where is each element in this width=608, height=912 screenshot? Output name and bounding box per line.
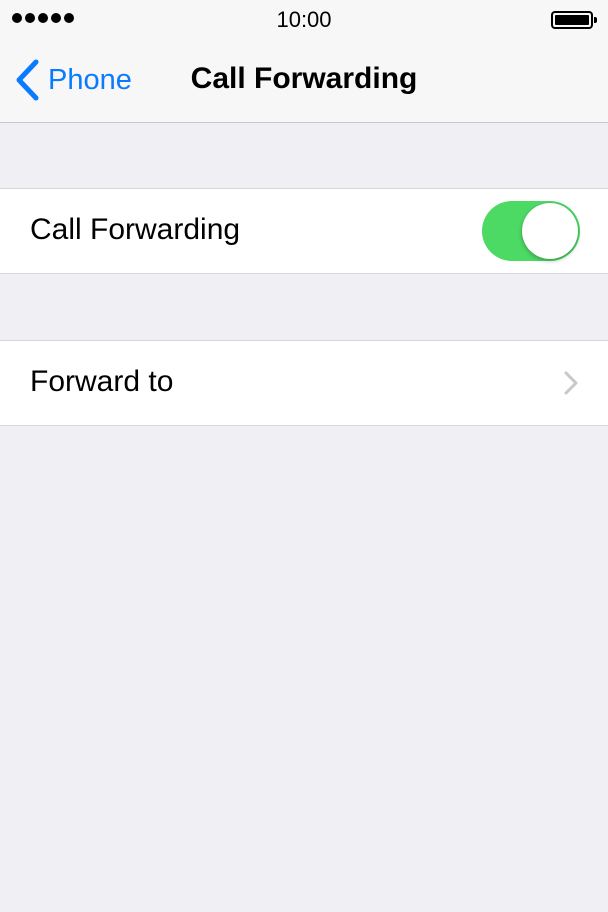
call-forwarding-toggle[interactable]	[482, 201, 580, 261]
navigation-bar: Phone Call Forwarding	[0, 40, 608, 123]
battery-icon	[551, 11, 597, 29]
status-time: 10:00	[276, 7, 332, 32]
screen: 10:00 Phone Call Forwarding Call Forward…	[0, 0, 608, 912]
top-bar: 10:00 Phone Call Forwarding	[0, 0, 608, 123]
forward-to-label: Forward to	[30, 365, 174, 398]
status-bar: 10:00	[0, 0, 608, 40]
chevron-right-icon	[564, 371, 578, 395]
page-title: Call Forwarding	[190, 62, 418, 95]
toggle-knob	[522, 203, 578, 259]
forward-to-group: Forward to	[0, 340, 608, 426]
call-forwarding-cell: Call Forwarding	[0, 189, 608, 273]
call-forwarding-group: Call Forwarding	[0, 188, 608, 274]
forward-to-cell[interactable]: Forward to	[0, 341, 608, 425]
call-forwarding-label: Call Forwarding	[30, 213, 241, 246]
